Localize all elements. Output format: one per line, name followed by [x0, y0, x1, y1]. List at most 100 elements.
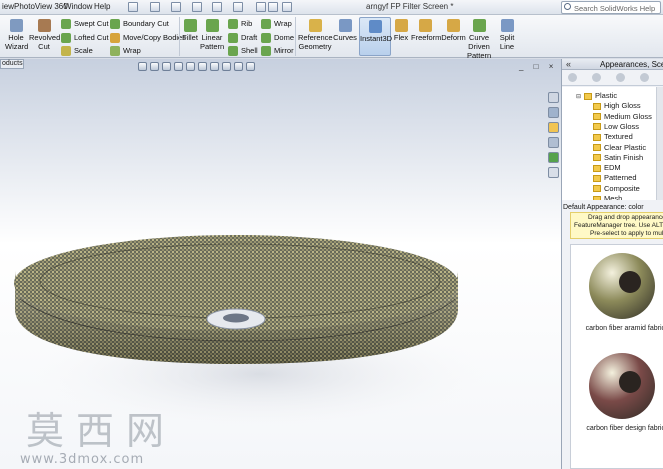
- folder-icon: [593, 133, 601, 141]
- move-copy-bodies-button[interactable]: Move/Copy Bodies: [110, 32, 186, 44]
- hole-wizard-button[interactable]: Hole Wizard: [5, 19, 28, 51]
- resources-tab-icon[interactable]: [548, 92, 559, 103]
- linear-pattern-button[interactable]: Linear Pattern: [200, 19, 224, 51]
- tree-item[interactable]: Textured: [593, 132, 633, 142]
- tree-item[interactable]: Composite: [593, 184, 640, 194]
- curves-button[interactable]: Curves: [333, 19, 357, 42]
- default-appearance-label: Default Appearance: color: [563, 204, 644, 211]
- draft-button[interactable]: Draft: [228, 32, 257, 44]
- wrap-label: Wrap: [274, 19, 292, 28]
- scale-button[interactable]: Scale: [61, 45, 93, 57]
- tree-item[interactable]: Medium Gloss: [593, 112, 652, 122]
- undo-icon[interactable]: [212, 2, 222, 12]
- revolved-cut-button[interactable]: Revolved Cut: [29, 19, 60, 51]
- curve-driven-pattern-button[interactable]: Curve Driven Pattern: [467, 19, 491, 60]
- linear-pattern-icon: [205, 19, 219, 32]
- tree-item[interactable]: EDM: [593, 163, 621, 173]
- flex-icon: [394, 19, 408, 32]
- tree-item[interactable]: High Gloss: [593, 101, 641, 111]
- mirror-button[interactable]: Mirror: [261, 45, 294, 57]
- swept-cut-label: Swept Cut: [74, 19, 109, 28]
- rebuild-icon[interactable]: [268, 2, 278, 12]
- traffic-light-icon[interactable]: [256, 2, 266, 12]
- rib-button[interactable]: Rib: [228, 18, 252, 30]
- swept-cut-button[interactable]: Swept Cut: [61, 18, 109, 30]
- wrap-small-button[interactable]: Wrap: [110, 45, 141, 57]
- hint-line: Drag and drop appearances: [588, 214, 663, 221]
- file-explorer-icon[interactable]: [548, 122, 559, 133]
- dome-icon: [261, 33, 271, 44]
- folder-icon: [593, 123, 601, 131]
- split-line-label: Split Line: [499, 33, 515, 51]
- folder-icon: [593, 102, 601, 110]
- up-folder-icon[interactable]: [616, 73, 625, 82]
- tree-item-label: Mesh: [604, 194, 623, 200]
- forward-icon[interactable]: [592, 73, 601, 82]
- custom-properties-icon[interactable]: [548, 167, 559, 178]
- open-file-icon[interactable]: [150, 2, 160, 12]
- flex-button[interactable]: Flex: [392, 19, 410, 42]
- wrap-button[interactable]: Wrap: [261, 18, 292, 30]
- curve-driven-pattern-label: Curve Driven Pattern: [467, 33, 492, 60]
- tree-folder[interactable]: ⊟ Plastic: [576, 91, 617, 101]
- freeform-button[interactable]: Freeform: [411, 19, 441, 42]
- folder-icon: [593, 164, 601, 172]
- hole-wizard-icon: [9, 19, 23, 32]
- fillet-label: Fillet: [182, 33, 198, 42]
- material-sphere-preview: [589, 253, 655, 319]
- tree-item[interactable]: Mesh: [593, 194, 622, 200]
- print-icon[interactable]: [192, 2, 202, 12]
- appearance-swatch[interactable]: carbon fiber design fabric: [571, 349, 663, 445]
- back-icon[interactable]: [568, 73, 577, 82]
- search-help-input[interactable]: Search SolidWorks Help: [561, 1, 661, 14]
- task-pane: « Appearances, Scenes ⊟ PlasticHigh Gloss…: [561, 59, 663, 469]
- watermark-url: www.3dmox.com: [20, 452, 145, 467]
- menu-window[interactable]: Window: [64, 2, 92, 11]
- shell-button[interactable]: Shell: [228, 45, 258, 57]
- ribbon-separator: [179, 17, 180, 56]
- deform-label: Deform: [441, 33, 466, 42]
- graphics-area[interactable]: _ □ × 莫西网 www.3dmox.com: [0, 59, 561, 469]
- search-placeholder: Search SolidWorks Help: [574, 4, 656, 13]
- split-line-button[interactable]: Split Line: [492, 19, 522, 51]
- menu-help[interactable]: Help: [94, 2, 110, 11]
- appearances-tab-icon[interactable]: [548, 152, 559, 163]
- curves-label: Curves: [333, 33, 357, 42]
- fillet-button[interactable]: Fillet: [181, 19, 199, 42]
- view-palette-icon[interactable]: [548, 137, 559, 148]
- watermark-logo: 莫西网: [26, 409, 177, 453]
- dome-button[interactable]: Dome: [261, 32, 294, 44]
- menu-view[interactable]: iew: [2, 2, 14, 11]
- reference-geometry-button[interactable]: Reference Geometry: [298, 19, 333, 51]
- boundary-cut-button[interactable]: Boundary Cut: [110, 18, 169, 30]
- lofted-cut-button[interactable]: Lofted Cut: [61, 32, 109, 44]
- tree-scrollbar[interactable]: [656, 87, 663, 200]
- draft-icon: [228, 33, 238, 44]
- appearance-swatch[interactable]: carbon fiber aramid fabric: [571, 249, 663, 345]
- center-washer-hole: [223, 313, 249, 323]
- appearance-tree: ⊟ Plastic High Gloss Medium Gloss Low Gloss T…: [562, 87, 656, 200]
- collapse-arrow-icon[interactable]: «: [566, 59, 571, 69]
- folder-icon: [593, 185, 601, 193]
- expand-toggle-icon[interactable]: ⊟: [576, 92, 584, 102]
- swept-cut-icon: [61, 19, 71, 30]
- new-file-icon[interactable]: [128, 2, 138, 12]
- boundary-cut-label: Boundary Cut: [123, 19, 169, 28]
- tree-item[interactable]: Low Gloss: [593, 122, 639, 132]
- lofted-cut-icon: [61, 33, 71, 44]
- deform-button[interactable]: Deform: [441, 19, 466, 42]
- title-bar: iew PhotoView 360 Window Help arngyf FP …: [0, 0, 663, 15]
- products-tab[interactable]: oducts: [0, 59, 24, 69]
- select-icon[interactable]: [233, 2, 243, 12]
- tree-item[interactable]: Satin Finish: [593, 153, 643, 163]
- folder-icon: [593, 113, 601, 121]
- tree-item[interactable]: Patterned: [593, 173, 637, 183]
- save-icon[interactable]: [171, 2, 181, 12]
- tree-item-label: Medium Gloss: [604, 111, 652, 121]
- add-folder-icon[interactable]: [640, 73, 649, 82]
- design-library-icon[interactable]: [548, 107, 559, 118]
- menu-photoview[interactable]: PhotoView 360: [14, 2, 68, 11]
- instant3d-button[interactable]: Instant3D: [359, 17, 392, 56]
- options-icon[interactable]: [282, 2, 292, 12]
- tree-item[interactable]: Clear Plastic: [593, 143, 646, 153]
